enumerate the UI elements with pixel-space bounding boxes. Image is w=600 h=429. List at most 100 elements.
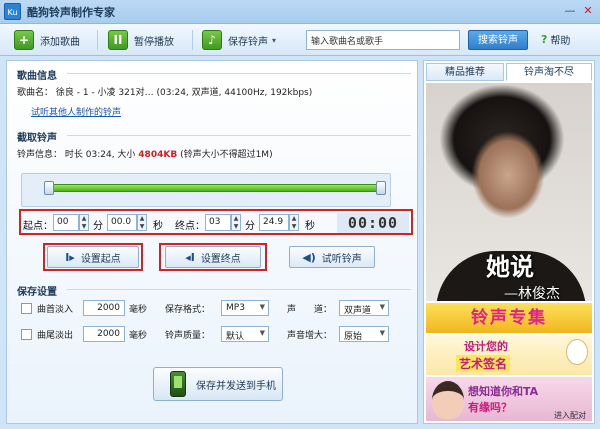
signature-ad[interactable]: 设计您的 艺术签名	[426, 335, 592, 375]
section-divider	[67, 135, 411, 136]
chevron-down-icon: ▼	[379, 303, 385, 311]
promo-song-title: 她说	[486, 252, 534, 281]
girl-avatar	[432, 381, 464, 419]
add-song-label: 添加歌曲	[40, 36, 80, 48]
slider-track[interactable]	[44, 184, 384, 192]
format-select[interactable]: MP3 ▼	[221, 300, 269, 316]
pause-label: 暂停播放	[134, 36, 174, 48]
cut-title: 截取铃声	[17, 133, 57, 144]
size-note: (铃声大小不得超过1M)	[180, 150, 273, 160]
fade-in-checkbox[interactable]	[21, 303, 32, 314]
time-display: 00:00	[337, 213, 409, 233]
promo-artist: —林俊杰	[504, 286, 560, 301]
save-ringtone-label: 保存铃声	[228, 36, 268, 48]
start-second-field[interactable]: 00.0	[107, 214, 137, 231]
minute-unit: 分	[245, 221, 255, 232]
volume-value: 原始	[344, 332, 363, 342]
minute-unit: 分	[93, 221, 103, 232]
set-start-button[interactable]: I▸ 设置起点	[47, 246, 139, 268]
channel-value: 双声道	[344, 306, 372, 316]
try-others-link[interactable]: 试听其他人制作的铃声	[31, 105, 121, 118]
tab-ringtones[interactable]: 铃声淘不尽	[506, 63, 592, 81]
save-ringtone-button[interactable]: ♪ 保存铃声 ▾	[202, 29, 276, 51]
fade-in-input[interactable]: 2000	[83, 300, 125, 316]
fade-out-checkbox[interactable]	[21, 329, 32, 340]
start-handle[interactable]	[44, 181, 54, 195]
title-bar: Ku 酷狗铃声制作专家 — ✕	[0, 0, 600, 24]
section-divider	[67, 73, 411, 74]
chevron-down-icon: ▼	[259, 303, 265, 311]
minimize-button[interactable]: —	[562, 3, 578, 19]
channel-select[interactable]: 双声道 ▼	[339, 300, 389, 316]
chevron-down-icon[interactable]: ▾	[272, 36, 276, 45]
end-minute-field[interactable]: 03	[205, 214, 231, 231]
ringtone-collection-banner[interactable]: 铃声专集	[426, 303, 592, 333]
toolbar-divider	[97, 30, 98, 50]
main-panel: 歌曲信息 歌曲名： 徐良 - 1 - 小凌 321对… (03:24, 双声道,…	[6, 60, 418, 424]
ringtone-info-row: 铃声信息： 时长 03:24, 大小 4804KB (铃声大小不得超过1M)	[17, 147, 273, 160]
match-ad-line2: 有缘吗？	[468, 401, 512, 414]
match-ad-line1: 想知道你和TA	[468, 385, 539, 398]
start-minute-stepper[interactable]: ▲ ▼	[79, 214, 89, 231]
save-settings-title: 保存设置	[17, 287, 57, 298]
save-and-send-button[interactable]: 保存并发送到手机	[153, 367, 283, 401]
app-icon: Ku	[4, 3, 21, 20]
fade-out-input[interactable]: 2000	[83, 326, 125, 342]
match-ad[interactable]: 想知道你和TA 有缘吗？ 进入配对	[426, 377, 592, 421]
format-label: 保存格式：	[165, 305, 211, 315]
fade-out-label: 曲尾淡出	[37, 331, 74, 341]
section-divider	[67, 289, 411, 290]
match-ad-enter: 进入配对	[554, 411, 586, 420]
second-unit: 秒	[305, 221, 315, 232]
window-title: 酷狗铃声制作专家	[27, 6, 115, 19]
side-panel: 精品推荐 铃声淘不尽 她说 —林俊杰 铃声专集 设计您的 艺术签名 想知道你和T…	[423, 60, 595, 424]
phone-icon	[170, 371, 186, 397]
song-name-label: 歌曲名：	[17, 88, 54, 98]
help-button[interactable]: ? 帮助	[541, 32, 570, 47]
speaker-icon: ◀)	[302, 250, 316, 264]
add-song-button[interactable]: + 添加歌曲	[14, 29, 80, 51]
pause-button[interactable]: II 暂停播放	[108, 29, 174, 51]
end-minute-stepper[interactable]: ▲ ▼	[231, 214, 241, 231]
end-handle[interactable]	[376, 181, 386, 195]
signature-ad-line1: 设计您的	[464, 340, 508, 353]
start-minute-field[interactable]: 00	[53, 214, 79, 231]
set-end-button[interactable]: ◂I 设置终点	[165, 246, 261, 268]
save-and-send-label: 保存并发送到手机	[196, 380, 276, 392]
quality-select[interactable]: 默认 ▼	[221, 326, 269, 342]
music-note-icon: ♪	[202, 30, 222, 50]
album-promo-image[interactable]: 她说 —林俊杰	[426, 83, 592, 301]
end-marker-icon: ◂I	[185, 250, 195, 264]
signature-ad-line2: 艺术签名	[456, 355, 511, 372]
mascot-icon	[566, 339, 588, 365]
song-details: (03:24, 双声道, 44100Hz, 192kbps)	[156, 88, 313, 98]
close-button[interactable]: ✕	[580, 3, 596, 19]
start-second-stepper[interactable]: ▲ ▼	[137, 214, 147, 231]
duration-text: 时长 03:24, 大小	[64, 150, 136, 160]
channel-label: 声 道：	[287, 305, 333, 315]
chevron-down-icon: ▼	[259, 329, 265, 337]
format-value: MP3	[226, 303, 245, 313]
plus-icon: +	[14, 30, 34, 50]
tab-featured[interactable]: 精品推荐	[426, 63, 504, 81]
song-info-title: 歌曲信息	[17, 71, 57, 82]
quality-label: 铃声质量：	[165, 331, 211, 341]
size-value: 4804KB	[138, 150, 178, 160]
time-range-row: 起点： 00 ▲ ▼ 分 00.0 ▲ ▼ 秒 终点： 03 ▲ ▼ 分 24.9 ▲…	[19, 209, 413, 235]
search-button[interactable]: 搜索铃声	[468, 30, 528, 50]
preview-button[interactable]: ◀) 试听铃声	[289, 246, 375, 268]
toolbar: + 添加歌曲 II 暂停播放 ♪ 保存铃声 ▾ 搜索铃声 ? 帮助	[0, 24, 600, 56]
pause-icon: II	[108, 30, 128, 50]
end-second-stepper[interactable]: ▲ ▼	[289, 214, 299, 231]
volume-select[interactable]: 原始 ▼	[339, 326, 389, 342]
second-unit: 秒	[153, 221, 163, 232]
range-slider[interactable]	[21, 173, 391, 207]
toolbar-divider	[192, 30, 193, 50]
end-second-field[interactable]: 24.9	[259, 214, 289, 231]
preview-label: 试听铃声	[321, 253, 362, 265]
search-input[interactable]	[306, 30, 460, 50]
start-marker-icon: I▸	[65, 250, 75, 264]
start-label: 起点：	[23, 221, 53, 232]
ms-unit: 毫秒	[129, 305, 148, 315]
volume-label: 声音增大：	[287, 331, 333, 341]
